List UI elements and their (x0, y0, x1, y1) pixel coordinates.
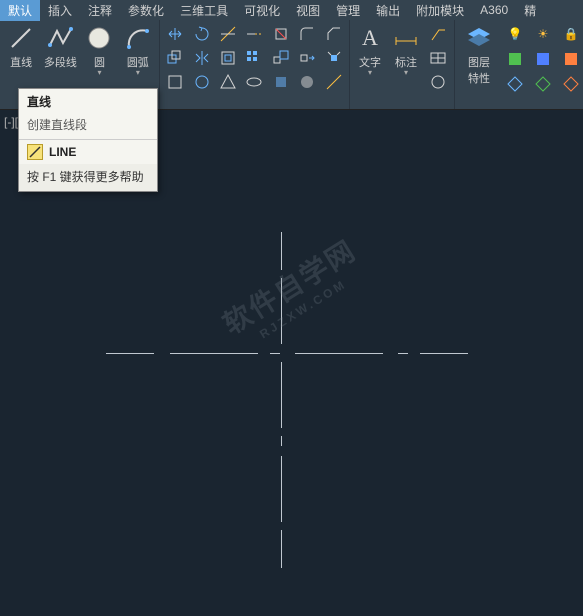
layer-lock-icon[interactable]: 🔒 (560, 23, 582, 45)
centerline-v-segment (281, 278, 282, 344)
centerline-v-segment (281, 456, 282, 522)
polyline-tool[interactable]: 多段线 (42, 22, 78, 78)
menu-tab-visualize[interactable]: 可视化 (236, 0, 288, 21)
trim-icon[interactable] (218, 23, 238, 45)
command-line-icon (27, 144, 43, 160)
centerline-v-segment (281, 232, 282, 270)
centerline-h-segment (270, 353, 280, 354)
layer-z-icon[interactable] (560, 73, 582, 95)
tooltip-desc: 创建直线段 (19, 114, 157, 139)
rotate-icon[interactable] (191, 23, 211, 45)
circle-icon (85, 24, 113, 52)
tool-f-icon[interactable] (297, 71, 317, 93)
explode-icon[interactable] (324, 47, 344, 69)
layer-color-icon[interactable] (504, 48, 526, 70)
layer-freeze-icon[interactable]: ☀ (532, 23, 554, 45)
chevron-down-icon: ▾ (97, 70, 101, 76)
tooltip-help: 按 F1 键获得更多帮助 (19, 164, 157, 191)
menu-tab-annotate[interactable]: 注释 (80, 0, 120, 21)
ribbon-group-layers: 图层 特性 💡 ☀ 🔒 (455, 20, 583, 109)
centerline-h-segment (295, 353, 383, 354)
table-icon[interactable] (427, 47, 449, 69)
menu-tab-view[interactable]: 视图 (288, 0, 328, 21)
layer-stack-icon (465, 24, 493, 52)
scale-icon[interactable] (271, 47, 291, 69)
tool-d-icon[interactable] (244, 71, 264, 93)
line-label: 直线 (10, 54, 32, 70)
mirror-icon[interactable] (191, 47, 211, 69)
layer-y-icon[interactable] (532, 73, 554, 95)
chevron-down-icon: ▾ (368, 70, 372, 76)
centerline-h-segment (106, 353, 154, 354)
more-annot-icon[interactable] (427, 71, 449, 93)
centerline-v-segment (281, 530, 282, 568)
ribbon-group-annotation: A 文字 ▾ 标注 ▾ (350, 20, 455, 109)
tool-e-icon[interactable] (271, 71, 291, 93)
centerline-v-segment (281, 362, 282, 428)
menu-bar: 默认 插入 注释 参数化 三维工具 可视化 视图 管理 输出 附加模块 A360… (0, 0, 583, 20)
centerline-h-segment (420, 353, 468, 354)
move-icon[interactable] (165, 23, 185, 45)
menu-tab-default[interactable]: 默认 (0, 0, 40, 21)
centerline-v-segment (281, 436, 282, 446)
tooltip-command: LINE (19, 140, 157, 164)
line-tooltip: 直线 创建直线段 LINE 按 F1 键获得更多帮助 (18, 88, 158, 192)
menu-tab-parametric[interactable]: 参数化 (120, 0, 172, 21)
chevron-down-icon: ▾ (136, 70, 140, 76)
arc-tool[interactable]: 圆弧 ▾ (121, 22, 155, 78)
fillet-icon[interactable] (297, 23, 317, 45)
menu-tab-addons[interactable]: 附加模块 (408, 0, 472, 21)
dimension-tool[interactable]: 标注 ▾ (390, 22, 422, 94)
offset-icon[interactable] (218, 47, 238, 69)
layer-iso-icon[interactable] (532, 48, 554, 70)
layer-properties-tool[interactable]: 图层 特性 (459, 22, 499, 96)
copy-icon[interactable] (165, 47, 185, 69)
menu-tab-output[interactable]: 输出 (368, 0, 408, 21)
layer-label: 图层 特性 (468, 54, 490, 86)
arc-icon (124, 24, 152, 52)
tool-c-icon[interactable] (218, 71, 238, 93)
tooltip-title: 直线 (19, 89, 157, 114)
extend-icon[interactable] (244, 23, 264, 45)
line-tool[interactable]: 直线 (4, 22, 38, 78)
line-icon (7, 24, 35, 52)
leader-icon[interactable] (427, 23, 449, 45)
circle-tool[interactable]: 圆 ▾ (82, 22, 116, 78)
menu-tab-insert[interactable]: 插入 (40, 0, 80, 21)
tool-b-icon[interactable] (191, 71, 211, 93)
menu-tab-manage[interactable]: 管理 (328, 0, 368, 21)
tool-a-icon[interactable] (165, 71, 185, 93)
dimension-icon (392, 24, 420, 52)
chevron-down-icon: ▾ (404, 70, 408, 76)
erase-icon[interactable] (271, 23, 291, 45)
layer-match-icon[interactable] (560, 48, 582, 70)
layer-on-icon[interactable]: 💡 (504, 23, 526, 45)
text-tool[interactable]: A 文字 ▾ (354, 22, 386, 94)
view-controls-label[interactable]: [-][ (4, 115, 18, 129)
tool-g-icon[interactable] (324, 71, 344, 93)
menu-tab-a360[interactable]: A360 (472, 1, 516, 19)
menu-tab-more[interactable]: 精 (516, 0, 544, 21)
chamfer-icon[interactable] (324, 23, 344, 45)
centerline-h-segment (170, 353, 258, 354)
centerline-h-segment (398, 353, 408, 354)
ribbon-group-modify (160, 20, 350, 109)
layer-x-icon[interactable] (504, 73, 526, 95)
menu-tab-3dtools[interactable]: 三维工具 (172, 0, 236, 21)
array-icon[interactable] (244, 47, 264, 69)
text-icon: A (356, 24, 384, 52)
polyline-label: 多段线 (44, 54, 77, 70)
stretch-icon[interactable] (297, 47, 317, 69)
polyline-icon (46, 24, 74, 52)
